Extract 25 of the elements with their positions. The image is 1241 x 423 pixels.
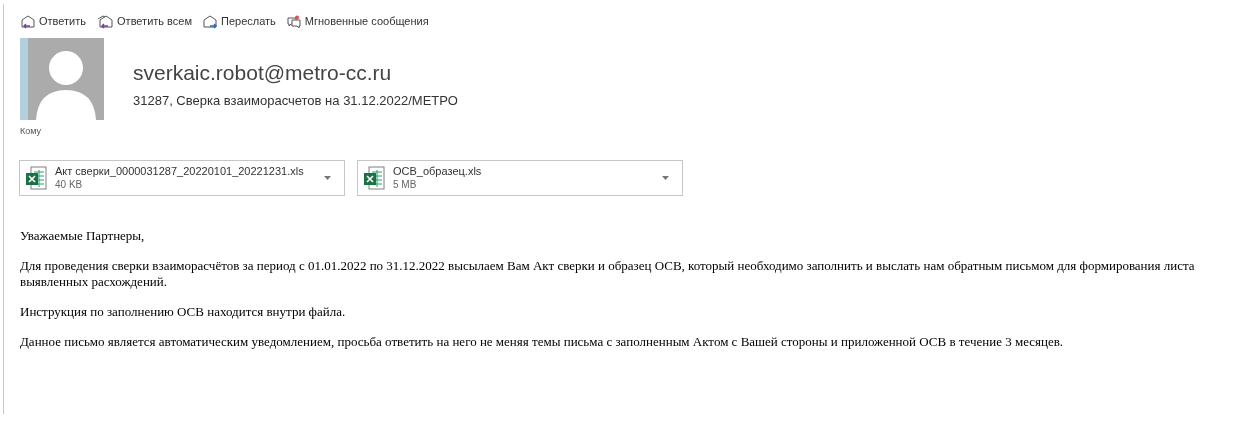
attachment[interactable]: ОСВ_образец.xls 5 MB [357,159,683,196]
paragraph: Инструкция по заполнению ОСВ находится внутри файла. [20,303,347,320]
toolbar-button[interactable]: Ответить всем [96,13,192,30]
reply-icon [20,14,36,29]
reply-all-icon [96,14,115,29]
toolbar-button[interactable]: Мгновенные сообщения [285,13,429,30]
attachment-name: Акт сверки_0000031287_20220101_20221231.xls [55,164,305,178]
toolbar-button[interactable]: Переслать [202,13,276,30]
attachment-size: 40 KB [55,177,84,191]
attachment-name: ОСВ_образец.xls [393,164,483,178]
to-label: Кому [20,125,43,138]
toolbar-button[interactable]: Ответить [20,13,87,30]
attachment[interactable]: Акт сверки_0000031287_20220101_20221231.xls 40 KB [19,159,345,196]
paragraph: Для проведения сверки взаиморасчётов за период с 01.01.2022 по 31.12.2022 высылаем Вам Акт сверки и образец ОСВ, который необходимо заполнить и выслать нам обратным письмом для формирования листа выявленных расхождений. [20,257,1196,290]
paragraph: Данное письмо является автоматическим уведомлением, просьба ответить на него не меняя темы письма с заполненным Актом с Вашей стороны и приложенной ОСВ в течение 3 месяцев. [20,333,1065,350]
caret-icon [324,175,331,180]
spreadsheet-icon [363,165,385,190]
email-subject: 31287, Сверка взаиморасчетов на 31.12.2022/МЕТРО [133,92,458,110]
spreadsheet-icon [25,165,47,190]
sender-address: sverkaic.robot@metro-cc.ru [133,60,393,86]
chat-icon [285,14,302,29]
paragraph: Уважаемые Партнеры, [20,227,146,244]
caret-icon [662,175,669,180]
forward-icon [202,14,218,29]
attachment-size: 5 MB [393,177,418,191]
